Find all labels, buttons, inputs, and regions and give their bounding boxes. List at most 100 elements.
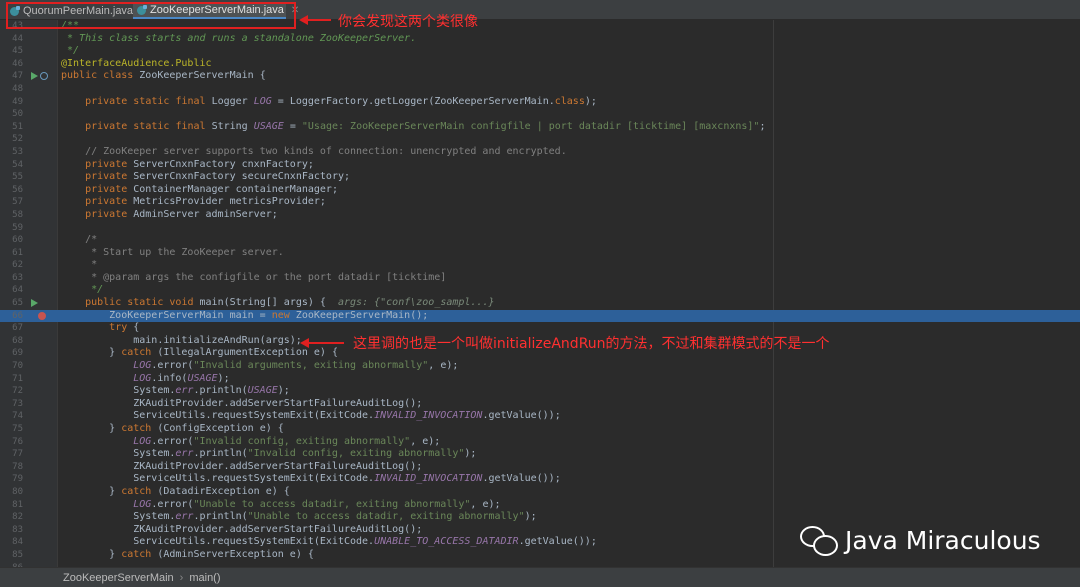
code-line[interactable]: 62 *	[0, 259, 1080, 272]
code-text: System.err.println("Invalid config, exit…	[61, 448, 477, 460]
code-line[interactable]: 52	[0, 133, 1080, 146]
line-number: 61	[12, 247, 23, 258]
line-number: 82	[12, 512, 23, 523]
code-line[interactable]: 63 * @param args the configfile or the p…	[0, 272, 1080, 285]
breadcrumb-separator-icon: ›	[179, 571, 184, 584]
line-number: 84	[12, 537, 23, 548]
line-number: 56	[12, 184, 23, 195]
code-line[interactable]: 45 */	[0, 45, 1080, 58]
code-line[interactable]: 81 LOG.error("Unable to access datadir, …	[0, 499, 1080, 512]
code-line[interactable]: 59	[0, 222, 1080, 235]
code-line[interactable]: 61 * Start up the ZooKeeper server.	[0, 247, 1080, 260]
line-number: 68	[12, 335, 23, 346]
line-number: 65	[12, 298, 23, 309]
line-number: 74	[12, 411, 23, 422]
tabs-annotation: 你会发现这两个类很像	[338, 14, 478, 30]
line-number: 60	[12, 235, 23, 246]
line-number: 44	[12, 33, 23, 44]
line-number: 73	[12, 398, 23, 409]
code-line[interactable]: 49 private static final Logger LOG = Log…	[0, 96, 1080, 109]
wechat-logo-icon	[798, 523, 838, 557]
line-number: 58	[12, 209, 23, 220]
code-line[interactable]: 44 * This class starts and runs a standa…	[0, 33, 1080, 46]
line-number: 70	[12, 361, 23, 372]
breadcrumb-bar: ZooKeeperServerMain › main()	[0, 567, 1080, 587]
run-icon[interactable]	[31, 299, 38, 308]
line-number: 67	[12, 323, 23, 334]
code-line[interactable]: 71 LOG.info(USAGE);	[0, 373, 1080, 386]
code-line[interactable]: 80 } catch (DatadirException e) {	[0, 486, 1080, 499]
line-number: 69	[12, 348, 23, 359]
code-text: private static final String USAGE = "Usa…	[85, 120, 766, 132]
run-icon[interactable]	[31, 72, 38, 81]
code-text: * This class starts and runs a standalon…	[61, 32, 417, 44]
code-line[interactable]: 74 ServiceUtils.requestSystemExit(ExitCo…	[0, 410, 1080, 423]
line-number: 55	[12, 172, 23, 183]
code-line[interactable]: 55 private ServerCnxnFactory secureCnxnF…	[0, 171, 1080, 184]
watermark-text: Java Miraculous	[845, 525, 1041, 555]
code-line[interactable]: 50	[0, 108, 1080, 121]
line-number: 53	[12, 146, 23, 157]
code-line[interactable]: 53 // ZooKeeper server supports two kind…	[0, 146, 1080, 159]
line-number: 81	[12, 499, 23, 510]
line-number: 46	[12, 58, 23, 69]
code-text: private MetricsProvider metricsProvider;	[85, 196, 326, 208]
watermark: Java Miraculous	[798, 523, 1041, 557]
line-number: 75	[12, 424, 23, 434]
code-line[interactable]: 60 /*	[0, 234, 1080, 247]
code-line[interactable]: 58 private AdminServer adminServer;	[0, 209, 1080, 222]
code-line[interactable]: 79 ServiceUtils.requestSystemExit(ExitCo…	[0, 473, 1080, 486]
code-line[interactable]: 66 ZooKeeperServerMain main = new ZooKee…	[0, 309, 1080, 323]
line-number: 66	[12, 310, 23, 321]
breakpoint-icon[interactable]	[38, 311, 46, 320]
code-text: } catch (AdminServerException e) {	[61, 548, 314, 560]
code-text: * @param args the configfile or the port…	[61, 271, 447, 283]
code-line[interactable]: 48	[0, 83, 1080, 96]
code-text: */	[61, 284, 104, 296]
code-line[interactable]: 70 LOG.error("Invalid arguments, exiting…	[0, 360, 1080, 373]
code-line[interactable]: 75 } catch (ConfigException e) {	[0, 423, 1080, 436]
line-number: 57	[12, 197, 23, 208]
code-text: *	[61, 259, 98, 271]
code-line[interactable]: 46 @InterfaceAudience.Public	[0, 58, 1080, 71]
code-line[interactable]: 82 System.err.println("Unable to access …	[0, 511, 1080, 524]
code-line[interactable]: 77 System.err.println("Invalid config, e…	[0, 448, 1080, 461]
line-number: 72	[12, 386, 23, 397]
code-line[interactable]: 76 LOG.error("Invalid config, exiting ab…	[0, 436, 1080, 449]
line-number: 63	[12, 272, 23, 283]
code-text: main.initializeAndRun(args);	[61, 334, 302, 346]
code-text: ZKAuditProvider.addServerStartFailureAud…	[61, 397, 423, 409]
line-number: 71	[12, 373, 23, 384]
code-text: } catch (ConfigException e) {	[61, 423, 284, 434]
line-number: 49	[12, 96, 23, 107]
code-text: */	[61, 45, 80, 57]
line-number: 62	[12, 260, 23, 271]
implementation-marker-icon[interactable]	[40, 72, 48, 81]
code-line[interactable]: 56 private ContainerManager containerMan…	[0, 184, 1080, 197]
code-annotation-arrow	[300, 338, 344, 348]
code-line[interactable]: 47 public class ZooKeeperServerMain {	[0, 70, 1080, 83]
code-text: ZooKeeperServerMain main = new ZooKeeper…	[61, 309, 429, 321]
code-line[interactable]: 72 System.err.println(USAGE);	[0, 385, 1080, 398]
code-text: @InterfaceAudience.Public	[61, 57, 212, 69]
line-number: 54	[12, 159, 23, 170]
code-line[interactable]: 78 ZKAuditProvider.addServerStartFailure…	[0, 461, 1080, 474]
line-number: 76	[12, 436, 23, 447]
code-text: LOG.info(USAGE);	[133, 372, 230, 384]
line-number: 78	[12, 461, 23, 472]
code-line[interactable]: 65 public static void main(String[] args…	[0, 297, 1080, 310]
line-number: 45	[12, 46, 23, 57]
code-editor[interactable]: 43/** 44 * This class starts and runs a s…	[0, 20, 1080, 574]
code-text: private ContainerManager containerManage…	[85, 183, 338, 195]
code-text: ServiceUtils.requestSystemExit(ExitCode.…	[61, 473, 561, 485]
code-text: private AdminServer adminServer;	[85, 208, 278, 220]
code-line[interactable]: 54 private ServerCnxnFactory cnxnFactory…	[0, 159, 1080, 172]
code-annotation: 这里调的也是一个叫做initializeAndRun的方法，不过和集群模式的不是…	[353, 336, 830, 352]
code-line[interactable]: 73 ZKAuditProvider.addServerStartFailure…	[0, 398, 1080, 411]
breadcrumb-method[interactable]: main()	[189, 572, 220, 584]
line-number: 50	[12, 109, 23, 120]
code-line[interactable]: 51 private static final String USAGE = "…	[0, 121, 1080, 134]
code-line[interactable]: 64 */	[0, 284, 1080, 297]
breadcrumb-class[interactable]: ZooKeeperServerMain	[63, 572, 174, 584]
code-line[interactable]: 57 private MetricsProvider metricsProvid…	[0, 196, 1080, 209]
